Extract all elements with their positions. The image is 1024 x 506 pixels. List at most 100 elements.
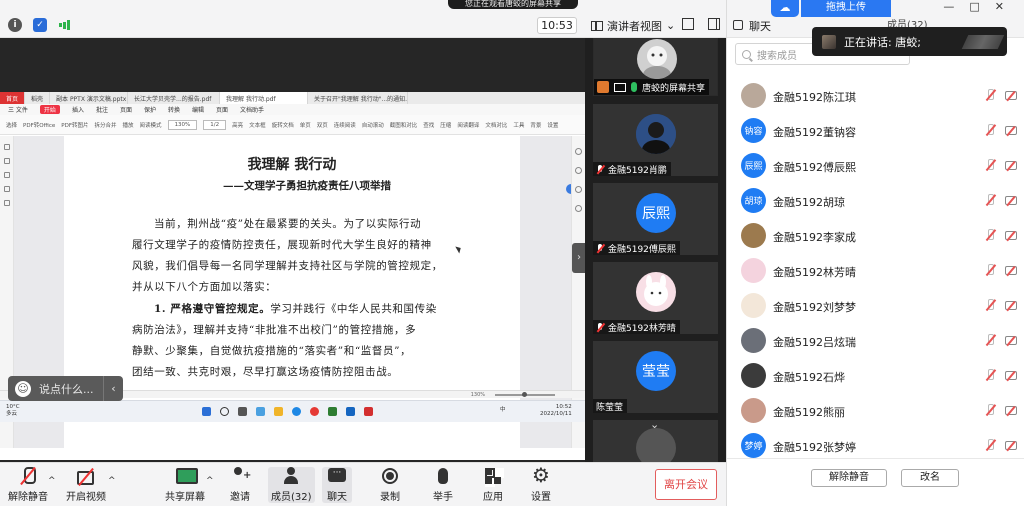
pdf-tab[interactable]: 长江大学贝壳学...的报告.pdf <box>128 92 221 104</box>
chevron-up-icon[interactable]: ^ <box>206 476 214 486</box>
meeting-app-icon[interactable] <box>346 407 355 416</box>
mic-muted-icon[interactable] <box>985 369 995 382</box>
chevron-up-icon[interactable]: ^ <box>108 476 116 486</box>
system-tray[interactable]: 中 <box>500 405 506 413</box>
pdf-tool[interactable]: 单页 <box>300 121 311 129</box>
pdf-tool[interactable]: 设置 <box>547 121 558 129</box>
video-tile[interactable]: 莹莹 陈莹莹 <box>593 341 718 413</box>
start-icon[interactable] <box>202 407 211 416</box>
rotate-icon[interactable] <box>575 186 582 193</box>
bookmark-icon[interactable] <box>3 158 10 164</box>
mic-muted-icon[interactable] <box>985 124 995 137</box>
video-tile-sharer[interactable]: 唐蛟的屏幕共享 <box>593 38 718 96</box>
view-mode-button[interactable]: 演讲者视图 ⌄ <box>587 17 681 34</box>
unmute-all-button[interactable]: 解除静音 <box>811 469 887 487</box>
pdf-tool[interactable]: PDF转图片 <box>61 121 88 129</box>
fit-page-icon[interactable] <box>575 205 582 212</box>
mic-muted-icon[interactable] <box>985 194 995 207</box>
panel-toggle-icon[interactable] <box>708 18 720 30</box>
pdf-tool[interactable]: PDF转Office <box>23 121 55 129</box>
mic-muted-icon[interactable] <box>985 299 995 312</box>
chat-button[interactable]: 聊天 <box>322 467 352 503</box>
raise-hand-button[interactable]: 举手 <box>433 467 453 503</box>
video-tile[interactable]: 金融5192肖鹏 <box>593 104 718 176</box>
mic-muted-icon[interactable] <box>985 334 995 347</box>
pdf-menu-item[interactable]: 转换 <box>168 105 180 114</box>
pdf-menu-item[interactable]: 编辑 <box>192 105 204 114</box>
wps-icon[interactable] <box>364 407 373 416</box>
apps-button[interactable]: 应用 <box>483 467 503 503</box>
pdf-menu-item[interactable]: 插入 <box>72 105 84 114</box>
folder-icon[interactable] <box>274 407 283 416</box>
member-list[interactable]: 金融5192陈江琪 钠容 金融5192董钠容 辰熙 金融5192傅辰熙 胡琼 金… <box>727 78 1024 458</box>
member-row[interactable]: 金融5192林芳晴 <box>727 253 1024 288</box>
shield-icon[interactable]: ✓ <box>33 18 47 32</box>
pdf-tab[interactable]: 关于召开"我理解 我行动"...的通知.pdf <box>308 92 409 104</box>
zoom-out-icon[interactable] <box>575 167 582 174</box>
pdf-menu-item[interactable]: 页面 <box>216 105 228 114</box>
pdf-menu-item[interactable]: 文档助手 <box>240 105 264 114</box>
search-icon[interactable] <box>220 407 229 416</box>
mic-muted-icon[interactable] <box>985 229 995 242</box>
pdf-tab[interactable]: 副本 PPTX 演示文稿.pptx <box>50 92 129 104</box>
chat-input-placeholder[interactable]: 说点什么... <box>39 381 94 397</box>
unmute-button[interactable]: 解除静音 <box>8 467 48 503</box>
pdf-menu-item[interactable]: 保护 <box>144 105 156 114</box>
browser-icon[interactable] <box>310 407 319 416</box>
mic-muted-icon[interactable] <box>985 404 995 417</box>
rename-button[interactable]: 改名 <box>901 469 959 487</box>
pdf-tool[interactable]: 连续阅读 <box>334 121 356 129</box>
member-row[interactable]: 金融5192李家成 <box>727 218 1024 253</box>
pdf-tool[interactable]: 选择 <box>6 121 17 129</box>
search-icon[interactable] <box>3 200 10 206</box>
chevron-right-icon[interactable]: › <box>572 243 586 273</box>
pdf-zoom-box[interactable]: 130% <box>167 119 198 130</box>
pdf-tool[interactable]: 阅读翻译 <box>457 121 479 129</box>
pdf-menu-item[interactable]: 开始 <box>39 105 60 114</box>
pdf-tool[interactable]: 播放 <box>123 121 134 129</box>
mic-muted-icon[interactable] <box>985 264 995 277</box>
pdf-tool[interactable]: 文档对比 <box>485 121 507 129</box>
smiley-icon[interactable]: ☺ <box>15 380 31 397</box>
pdf-tool[interactable]: 旋转文档 <box>272 121 294 129</box>
pdf-tool[interactable]: 双页 <box>317 121 328 129</box>
video-tile[interactable]: 辰熙 金融5192傅辰熙 <box>593 183 718 255</box>
mic-muted-icon[interactable] <box>985 439 995 452</box>
member-row[interactable]: 金融5192刘梦梦 <box>727 288 1024 323</box>
member-row[interactable]: 钠容 金融5192董钠容 <box>727 113 1024 148</box>
member-row[interactable]: 金融5192熊丽 <box>727 393 1024 428</box>
record-button[interactable]: 录制 <box>380 467 400 503</box>
panel-title[interactable]: 聊天 <box>749 18 771 34</box>
leave-meeting-button[interactable]: 离开会议 <box>655 469 717 500</box>
member-row[interactable]: 金融5192石烨 <box>727 358 1024 393</box>
member-row[interactable]: 金融5192吕炫瑞 <box>727 323 1024 358</box>
video-tile[interactable]: 金融5192林芳晴 <box>593 262 718 334</box>
settings-button[interactable]: 设置 <box>531 463 551 503</box>
pdf-tool[interactable]: 查找 <box>423 121 434 129</box>
comment-icon[interactable] <box>3 172 10 178</box>
pdf-tool[interactable]: 截图和对比 <box>390 121 418 129</box>
pdf-tool[interactable]: 高亮 <box>232 121 243 129</box>
signal-strength-icon[interactable] <box>58 18 72 32</box>
thumbnail-icon[interactable] <box>3 144 10 150</box>
mic-muted-icon[interactable] <box>985 159 995 172</box>
pdf-tool[interactable]: 背景 <box>530 121 541 129</box>
drag-upload-button[interactable]: 拖拽上传 <box>801 0 891 17</box>
attachment-icon[interactable] <box>3 186 10 192</box>
chat-quick-input[interactable]: ☺ 说点什么... ‹ <box>8 376 123 401</box>
fullscreen-icon[interactable] <box>682 18 694 30</box>
pdf-page-indicator[interactable]: 1/2 <box>203 119 227 130</box>
member-row[interactable]: 梦婷 金融5192张梦婷 <box>727 428 1024 458</box>
app-icon[interactable] <box>256 407 265 416</box>
pdf-tab[interactable]: 首页 <box>0 92 26 104</box>
members-button[interactable]: 成员(32) <box>268 467 315 503</box>
weather-widget[interactable]: 10°C 多云 <box>6 404 20 418</box>
pdf-menu-item[interactable]: 三 文件 <box>8 105 28 114</box>
pdf-tab[interactable]: 稻壳 <box>25 92 51 104</box>
mic-muted-icon[interactable] <box>985 89 995 102</box>
pdf-tool[interactable]: 拆分合并 <box>95 121 117 129</box>
window-controls[interactable]: —□✕ <box>943 0 1019 13</box>
member-row[interactable]: 辰熙 金融5192傅辰熙 <box>727 148 1024 183</box>
pdf-tool[interactable]: 自动滚动 <box>362 121 384 129</box>
pdf-tool[interactable]: 压缩 <box>440 121 451 129</box>
